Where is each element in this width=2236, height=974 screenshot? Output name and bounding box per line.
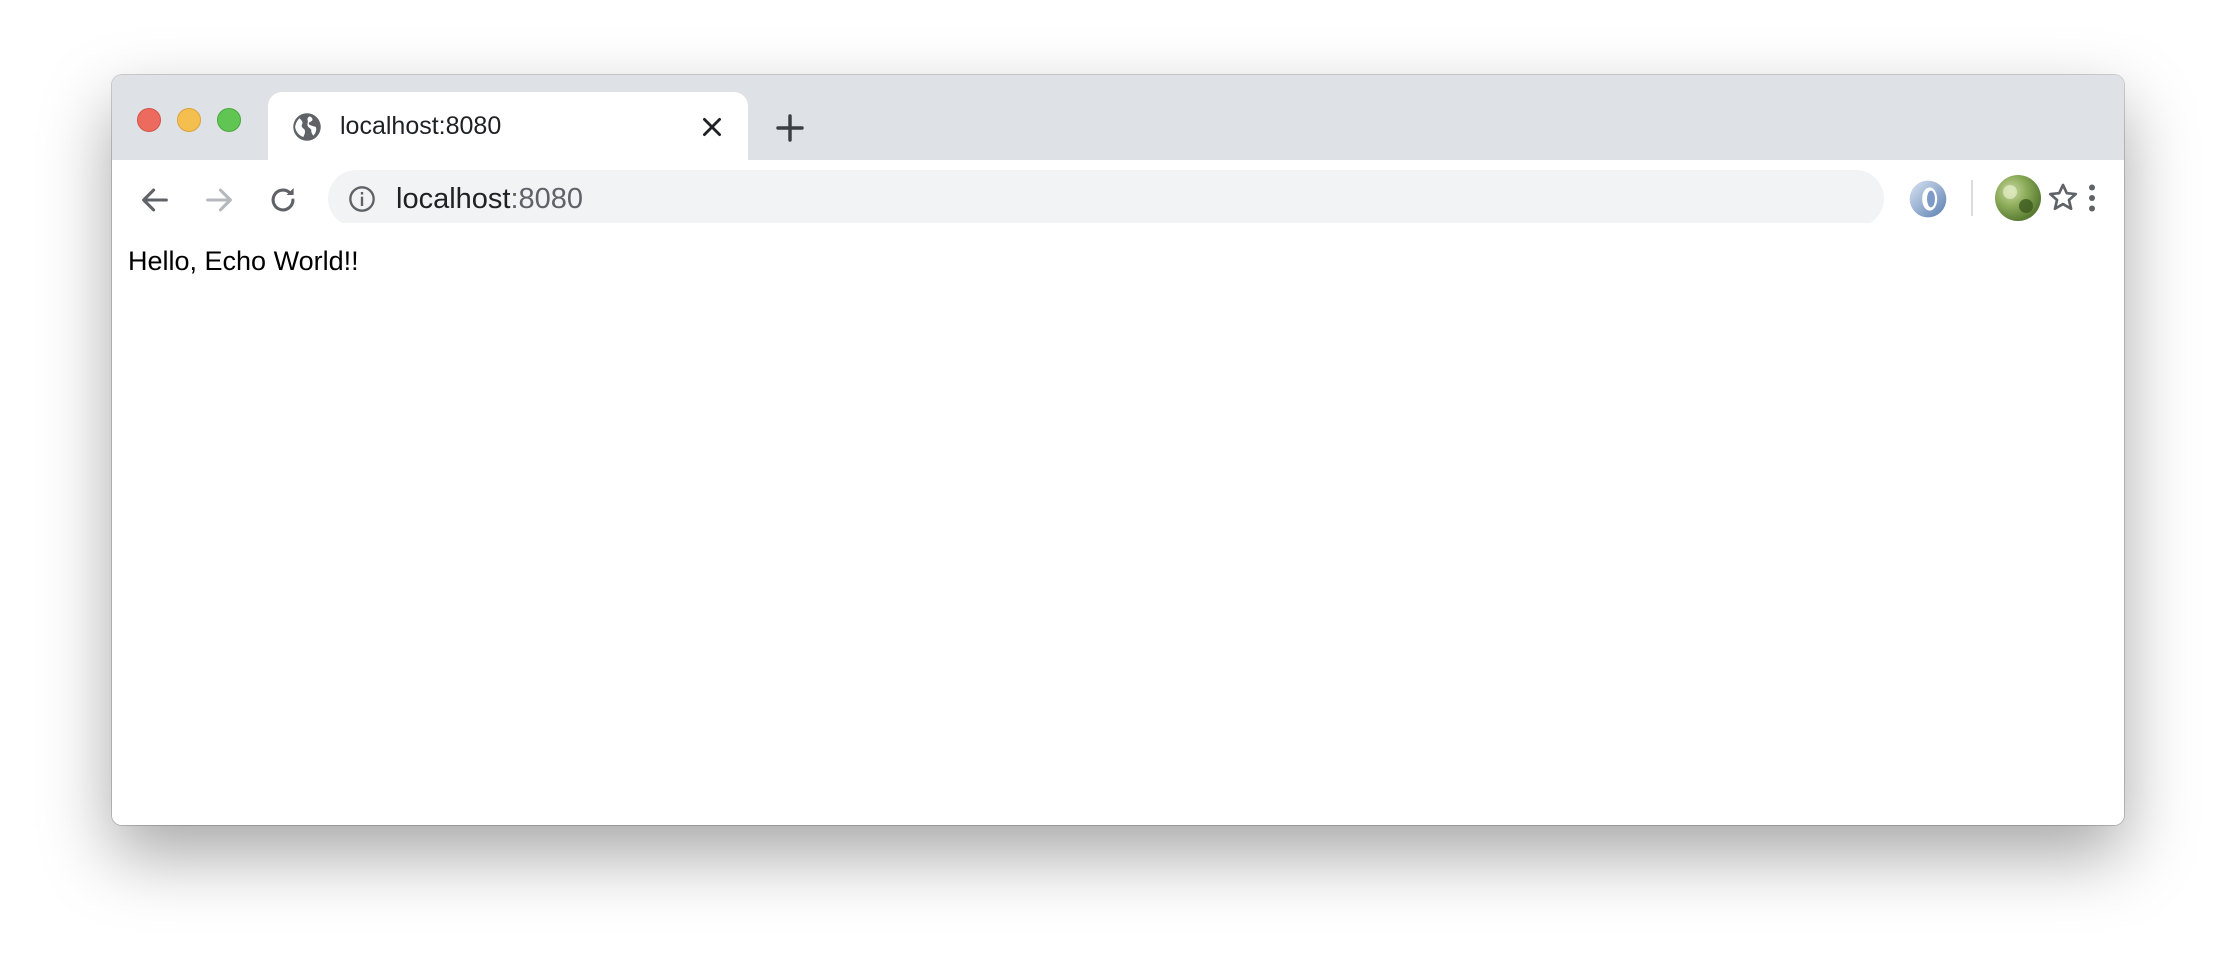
info-icon[interactable] — [348, 185, 376, 213]
forward-arrow-icon[interactable] — [202, 183, 236, 217]
browser-tab[interactable]: localhost:8080 — [268, 92, 748, 160]
globe-icon — [293, 113, 321, 141]
address-bar[interactable]: localhost:8080 — [328, 170, 2078, 227]
browser-window: localhost:8080 localhost:8080 Hello, Ech… — [112, 75, 2124, 825]
address-url[interactable]: localhost:8080 — [396, 181, 583, 217]
window-maximize-button[interactable] — [217, 108, 241, 132]
toolbar-separator — [1971, 180, 1973, 216]
window-minimize-button[interactable] — [177, 108, 201, 132]
page-content: Hello, Echo World!! — [112, 223, 2124, 825]
window-close-button[interactable] — [137, 108, 161, 132]
tab-title: localhost:8080 — [340, 112, 502, 140]
tab-strip: localhost:8080 — [112, 75, 2124, 160]
url-host: localhost — [396, 183, 511, 215]
url-port: :8080 — [510, 183, 584, 215]
reload-icon[interactable] — [266, 182, 300, 218]
page-body-text: Hello, Echo World!! — [128, 246, 359, 276]
close-icon[interactable] — [699, 114, 725, 140]
back-arrow-icon[interactable] — [138, 183, 172, 217]
extension-icon[interactable] — [1908, 179, 1948, 219]
profile-avatar[interactable] — [1995, 175, 2041, 221]
new-tab-plus-icon[interactable] — [774, 112, 806, 144]
more-menu-icon[interactable] — [2074, 180, 2110, 216]
